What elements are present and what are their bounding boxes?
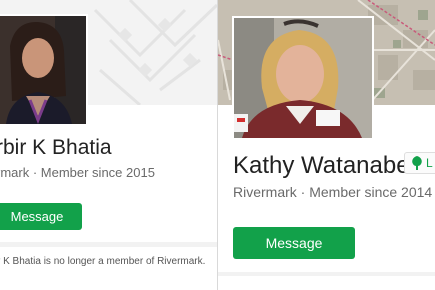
left-profile-panel: rbir K Bhatia rmark · Member since 2015 …: [0, 0, 217, 290]
badge-label: L: [426, 156, 433, 170]
tree-icon: [412, 156, 422, 170]
right-profile-panel: Kathy Watanabe L Rivermark · Member sinc…: [218, 0, 435, 290]
avatar-photo: [234, 18, 372, 138]
profile-subtitle: Rivermark · Member since 2014: [233, 184, 433, 200]
avatar-photo: [0, 16, 86, 124]
profile-subtitle: rmark · Member since 2015: [0, 165, 155, 180]
section-divider: [0, 242, 217, 247]
avatar[interactable]: [232, 16, 374, 140]
message-button[interactable]: Message: [0, 203, 82, 230]
message-button[interactable]: Message: [233, 227, 355, 259]
profile-name: Kathy Watanabe: [233, 152, 410, 179]
membership-notice: r K Bhatia is no longer a member of Rive…: [0, 256, 206, 267]
profile-name: rbir K Bhatia: [0, 136, 112, 159]
avatar[interactable]: [0, 14, 88, 126]
section-divider: [218, 272, 435, 276]
neighborhood-badge[interactable]: L: [404, 152, 435, 174]
